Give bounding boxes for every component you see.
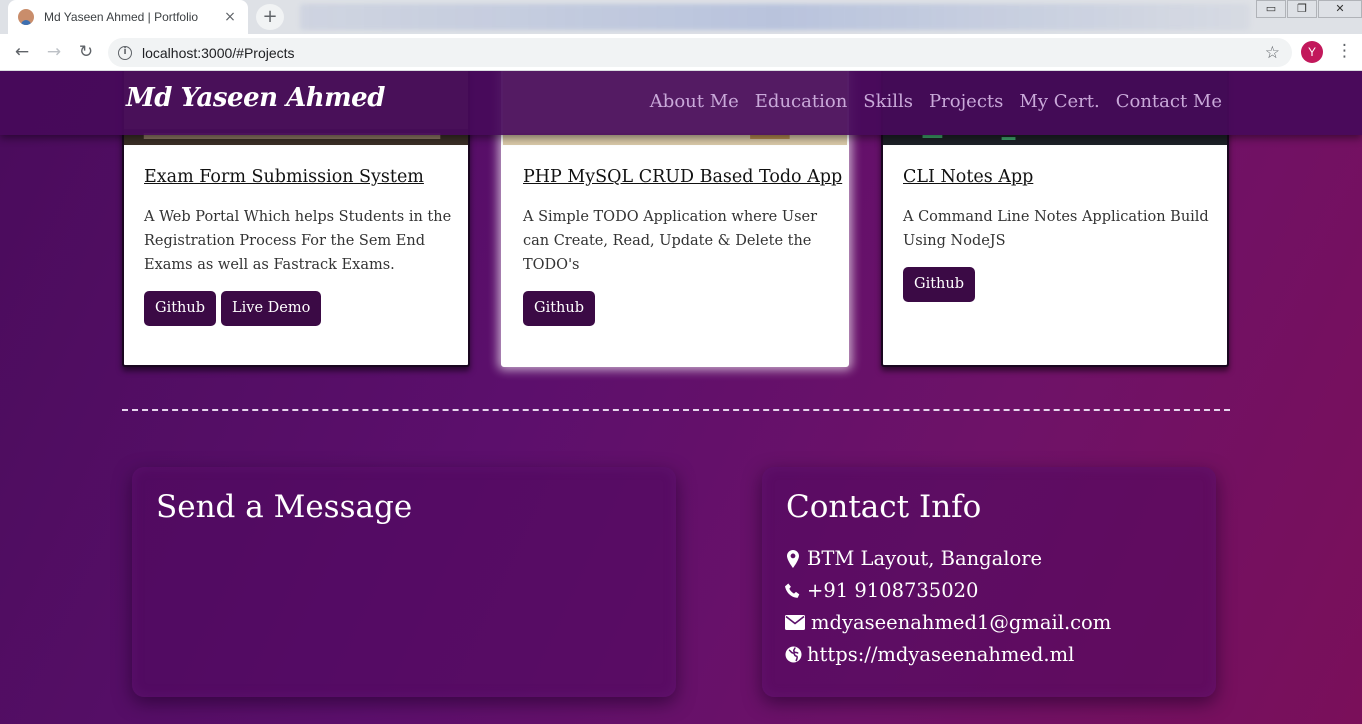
contact-website: https://mdyaseenahmed.ml	[784, 643, 1074, 666]
browser-toolbar: ← → ↻ i localhost:3000/#Projects ☆ Y ⋮	[0, 34, 1362, 71]
nav-link-projects[interactable]: Projects	[929, 91, 1003, 112]
profile-avatar[interactable]: Y	[1301, 41, 1323, 63]
bookmark-star-icon[interactable]: ☆	[1265, 43, 1280, 63]
live-demo-button[interactable]: Live Demo	[221, 291, 322, 326]
contact-email: mdyaseenahmed1@gmail.com	[784, 611, 1111, 634]
minimize-button[interactable]: ▭	[1256, 0, 1286, 18]
info-icon[interactable]: i	[118, 45, 132, 60]
maximize-button[interactable]: ❐	[1287, 0, 1317, 18]
contact-panel: Contact Info BTM Layout, Bangalore +91 9…	[762, 467, 1216, 697]
project-description: A Simple TODO Application where User can…	[523, 209, 818, 273]
nav-link-certificates[interactable]: My Cert.	[1019, 91, 1099, 112]
contact-phone-text[interactable]: +91 9108735020	[807, 579, 978, 602]
close-window-button[interactable]: ✕	[1318, 0, 1362, 18]
tab-close-icon[interactable]: ×	[222, 9, 238, 25]
nav-link-contact[interactable]: Contact Me	[1116, 91, 1222, 112]
nav-link-skills[interactable]: Skills	[863, 91, 913, 112]
address-bar[interactable]: i localhost:3000/#Projects ☆	[108, 38, 1292, 67]
nav-link-education[interactable]: Education	[755, 91, 848, 112]
nav-links: About Me Education Skills Projects My Ce…	[650, 91, 1222, 112]
phone-icon	[784, 583, 802, 599]
project-title[interactable]: PHP MySQL CRUD Based Todo App	[523, 167, 842, 187]
contact-address-text: BTM Layout, Bangalore	[807, 547, 1043, 570]
contact-phone: +91 9108735020	[784, 579, 978, 602]
window-controls: ▭ ❐ ✕	[1255, 0, 1362, 18]
project-buttons: Github	[523, 291, 596, 326]
url-text[interactable]: localhost:3000/#Projects	[142, 45, 1265, 61]
project-buttons: Github Live Demo	[144, 291, 322, 326]
project-description: A Web Portal Which helps Students in the…	[144, 209, 452, 273]
site-brand[interactable]: Md Yaseen Ahmed	[126, 83, 385, 113]
section-divider	[122, 409, 1230, 411]
kebab-menu-icon[interactable]: ⋮	[1336, 41, 1353, 61]
contact-website-text[interactable]: https://mdyaseenahmed.ml	[807, 643, 1074, 666]
tab-title: Md Yaseen Ahmed | Portfolio	[44, 10, 199, 24]
contact-panel-title: Contact Info	[786, 489, 982, 525]
github-button[interactable]: Github	[144, 291, 217, 326]
message-panel-title: Send a Message	[156, 489, 413, 525]
globe-icon	[784, 646, 802, 663]
contact-email-text[interactable]: mdyaseenahmed1@gmail.com	[811, 611, 1111, 634]
map-marker-icon	[784, 549, 802, 568]
message-panel: Send a Message	[132, 467, 676, 697]
favicon-icon	[18, 9, 34, 25]
new-tab-button[interactable]: +	[256, 4, 284, 30]
back-arrow-icon[interactable]: ←	[6, 42, 38, 62]
reload-icon[interactable]: ↻	[70, 42, 102, 62]
blurred-background-strip	[300, 4, 1250, 30]
browser-tab[interactable]: Md Yaseen Ahmed | Portfolio ×	[8, 0, 248, 34]
portfolio-page: Exam Form Submission System A Web Portal…	[0, 71, 1362, 724]
project-buttons: Github	[903, 267, 976, 302]
github-button[interactable]: Github	[523, 291, 596, 326]
envelope-icon	[784, 615, 806, 630]
browser-tab-strip: Md Yaseen Ahmed | Portfolio × + ▭ ❐ ✕	[0, 0, 1362, 34]
contact-address: BTM Layout, Bangalore	[784, 547, 1042, 570]
site-navbar: Md Yaseen Ahmed About Me Education Skill…	[0, 71, 1362, 135]
forward-arrow-icon[interactable]: →	[38, 42, 70, 62]
nav-link-about[interactable]: About Me	[650, 91, 739, 112]
project-title[interactable]: CLI Notes App	[903, 167, 1033, 187]
project-description: A Command Line Notes Application Build U…	[903, 209, 1209, 249]
github-button[interactable]: Github	[903, 267, 976, 302]
project-title[interactable]: Exam Form Submission System	[144, 167, 424, 187]
